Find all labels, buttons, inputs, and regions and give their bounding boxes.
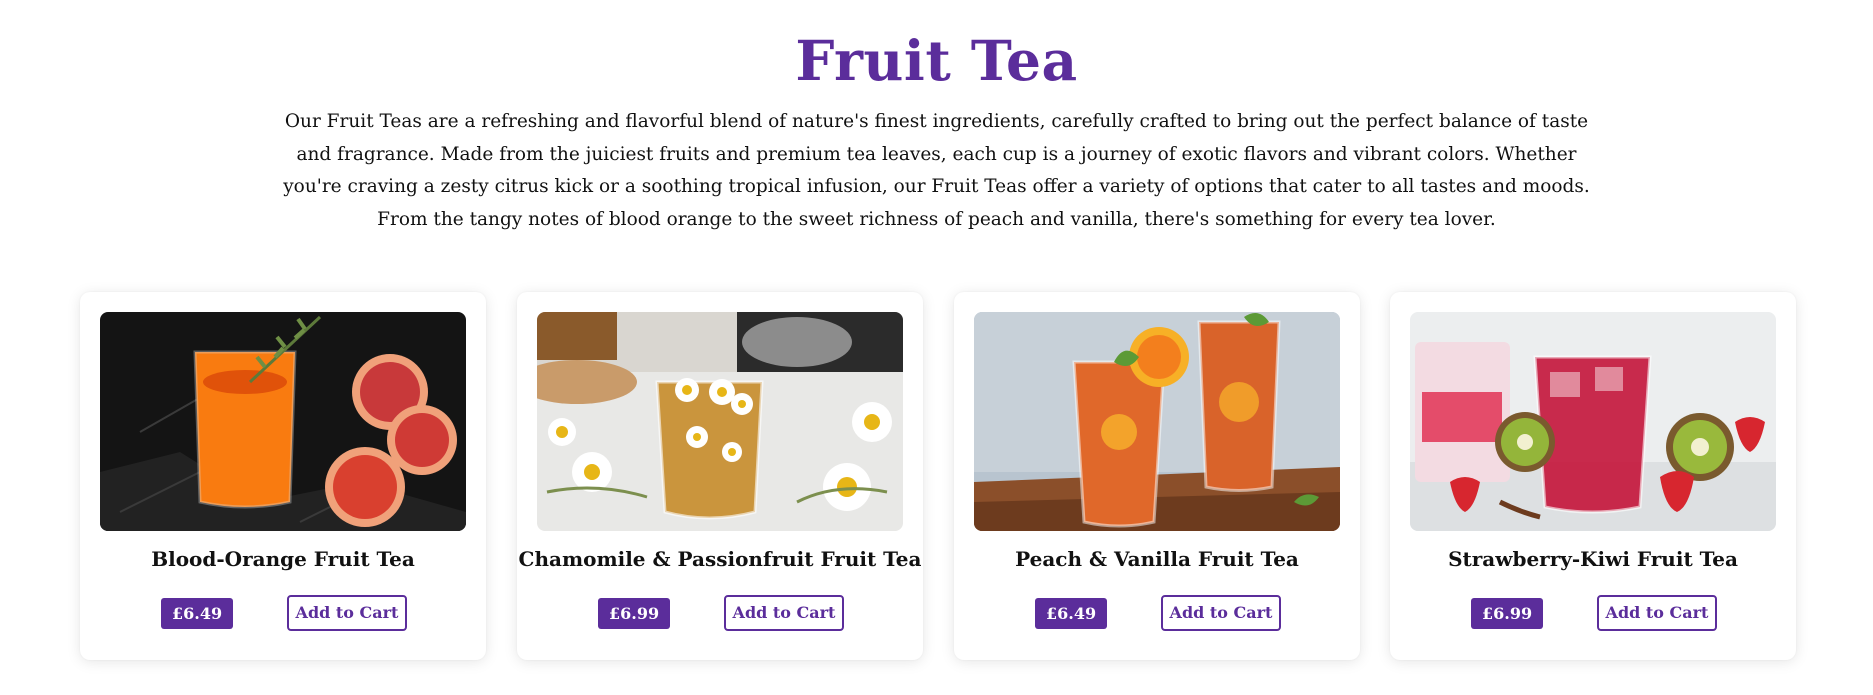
price-badge: £6.49 (1035, 598, 1108, 629)
strawberry-kiwi-photo (1410, 312, 1776, 531)
price-badge: £6.99 (598, 598, 671, 629)
product-image-chamomile (537, 312, 903, 531)
product-image-strawberry-kiwi (1410, 312, 1776, 531)
chamomile-photo (537, 312, 903, 531)
peach-photo (974, 312, 1340, 531)
product-card-strawberry-kiwi: Strawberry-Kiwi Fruit Tea £6.99 Add to C… (1390, 292, 1796, 660)
product-card-chamomile: Chamomile & Passionfruit Fruit Tea £6.99… (517, 292, 923, 660)
add-to-cart-button[interactable]: Add to Cart (724, 595, 844, 631)
page-title: Fruit Tea (795, 28, 1078, 93)
product-card-blood-orange: Blood-Orange Fruit Tea £6.49 Add to Cart (80, 292, 486, 660)
product-image-blood-orange (100, 312, 466, 531)
add-to-cart-button[interactable]: Add to Cart (1161, 595, 1281, 631)
product-image-peach (974, 312, 1340, 531)
product-title: Peach & Vanilla Fruit Tea (1015, 547, 1299, 571)
product-card-peach: Peach & Vanilla Fruit Tea £6.49 Add to C… (954, 292, 1360, 660)
intro-paragraph: Our Fruit Teas are a refreshing and flav… (283, 111, 1590, 230)
add-to-cart-button[interactable]: Add to Cart (1597, 595, 1717, 631)
product-title: Blood-Orange Fruit Tea (151, 547, 415, 571)
product-title: Strawberry-Kiwi Fruit Tea (1448, 547, 1738, 571)
price-badge: £6.99 (1471, 598, 1544, 629)
blood-orange-photo (100, 312, 466, 531)
product-title: Chamomile & Passionfruit Fruit Tea (518, 547, 922, 571)
add-to-cart-button[interactable]: Add to Cart (287, 595, 407, 631)
price-badge: £6.49 (161, 598, 234, 629)
